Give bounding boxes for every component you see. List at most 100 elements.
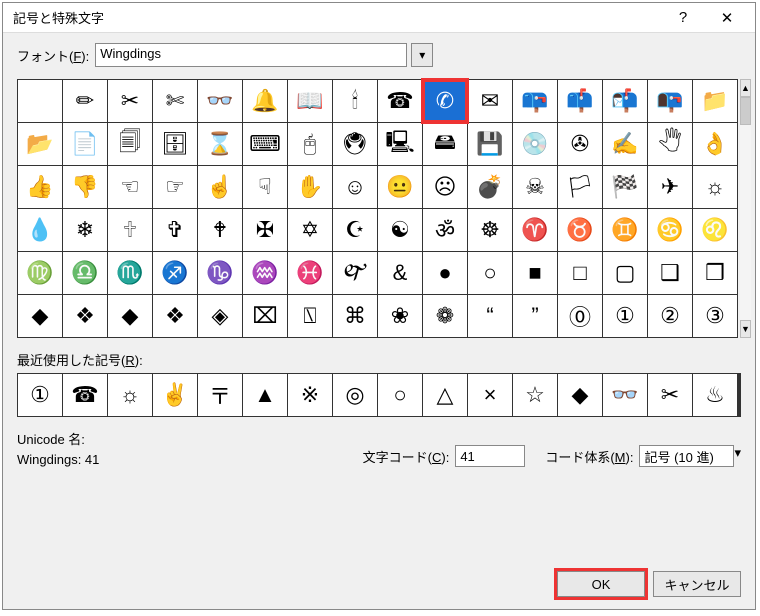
char-cell[interactable]: ✍ [603,123,647,165]
codesys-select[interactable] [639,445,734,467]
char-cell[interactable]: ⌘ [333,295,377,337]
char-cell[interactable]: 👓 [198,80,242,122]
char-cell[interactable]: ◆ [18,295,62,337]
char-cell[interactable]: 📄 [63,123,107,165]
char-cell[interactable]: 🖰 [288,123,332,165]
scroll-up-button[interactable]: ▲ [740,79,751,97]
char-cell[interactable]: ♎ [63,252,107,294]
char-cell[interactable]: ♑ [198,252,242,294]
char-cell[interactable]: 💿 [513,123,557,165]
char-cell[interactable]: 📫 [558,80,602,122]
recent-cell[interactable]: ✂ [648,374,692,416]
char-cell[interactable]: ♏ [108,252,152,294]
char-cell[interactable] [18,80,62,122]
char-cell[interactable]: ◈ [198,295,242,337]
char-cell[interactable]: 📬 [603,80,647,122]
char-cell[interactable]: 🕆 [108,209,152,251]
recent-cell[interactable]: ○ [378,374,422,416]
grid-scrollbar[interactable]: ▲ ▼ [740,79,751,338]
char-cell[interactable]: ❁ [423,295,467,337]
recent-cell[interactable]: △ [423,374,467,416]
char-cell[interactable]: ❖ [153,295,197,337]
recent-cell[interactable]: ☼ [108,374,152,416]
char-cell[interactable]: 👌 [693,123,737,165]
char-cell[interactable]: ✡ [288,209,332,251]
scroll-thumb[interactable] [740,97,751,125]
char-cell[interactable]: 📁 [693,80,737,122]
char-cell[interactable]: ✄ [153,80,197,122]
ok-button[interactable]: OK [557,571,645,597]
char-cell[interactable]: ✂ [108,80,152,122]
char-cell[interactable]: ♍ [18,252,62,294]
char-cell[interactable]: ♓ [288,252,332,294]
codesys-dropdown-button[interactable]: ▾ [734,445,741,467]
recent-cell[interactable]: ✌ [153,374,197,416]
cancel-button[interactable]: キャンセル [653,571,741,597]
recent-cell[interactable]: ◎ [333,374,377,416]
help-button[interactable]: ? [661,9,705,26]
char-cell[interactable]: & [378,252,422,294]
recent-cell[interactable]: 〒 [198,374,242,416]
char-cell[interactable]: ✋ [288,166,332,208]
char-cell[interactable]: ❀ [378,295,422,337]
char-cell[interactable]: 💾 [468,123,512,165]
char-cell[interactable]: 🖴 [423,123,467,165]
recent-cell[interactable]: ▲ [243,374,287,416]
char-cell[interactable]: 📭 [648,80,692,122]
recent-cell[interactable]: ① [18,374,62,416]
char-cell[interactable]: ❑ [648,252,692,294]
recent-cell[interactable]: ☎ [63,374,107,416]
char-cell[interactable]: ⌛ [198,123,242,165]
char-cell[interactable]: ① [603,295,647,337]
char-cell[interactable]: ॐ [423,209,467,251]
char-cell[interactable]: ☼ [693,166,737,208]
char-cell[interactable]: ✇ [558,123,602,165]
char-cell[interactable]: ② [648,295,692,337]
char-cell[interactable]: ☺ [333,166,377,208]
font-select-dropdown-button[interactable]: ▾ [411,43,433,67]
character-grid[interactable]: ✏✂✄👓🔔📖🕯☎✆✉📪📫📬📭📁📂📄🗐🗄⌛⌨🖰🖲🖳🖴💾💿✇✍🖑👌👍👎☜☞☝☟✋☺😐… [17,79,738,338]
char-cell[interactable]: ☎ [378,80,422,122]
scroll-down-button[interactable]: ▼ [740,320,751,338]
font-select-input[interactable]: Wingdings [95,43,407,67]
charcode-input[interactable] [455,445,525,467]
char-cell[interactable]: ● [423,252,467,294]
char-cell[interactable]: 📖 [288,80,332,122]
char-cell[interactable]: ♊ [603,209,647,251]
char-cell[interactable]: 😐 [378,166,422,208]
char-cell[interactable]: ☜ [108,166,152,208]
recent-cell[interactable]: 👓 [603,374,647,416]
char-cell[interactable]: “ [468,295,512,337]
char-cell[interactable]: 💧 [18,209,62,251]
char-cell[interactable]: ✉ [468,80,512,122]
char-cell[interactable]: 👎 [63,166,107,208]
char-cell[interactable]: ♋ [648,209,692,251]
char-cell[interactable]: ” [513,295,557,337]
char-cell[interactable]: ❒ [693,252,737,294]
char-cell[interactable]: ⓪ [558,295,602,337]
char-cell[interactable]: ✆ [423,80,467,122]
recent-cell[interactable]: ※ [288,374,332,416]
char-cell[interactable]: ☪ [333,209,377,251]
char-cell[interactable]: ♉ [558,209,602,251]
char-cell[interactable]: ⌨ [243,123,287,165]
char-cell[interactable]: ☯ [378,209,422,251]
char-cell[interactable]: ☝ [198,166,242,208]
char-cell[interactable]: ♈ [513,209,557,251]
char-cell[interactable]: 🕈 [198,209,242,251]
char-cell[interactable]: 🖳 [378,123,422,165]
char-cell[interactable]: 🖲 [333,123,377,165]
char-cell[interactable]: ♌ [693,209,737,251]
char-cell[interactable]: ☸ [468,209,512,251]
char-cell[interactable]: 📂 [18,123,62,165]
char-cell[interactable]: 📪 [513,80,557,122]
char-cell[interactable]: ⌧ [243,295,287,337]
char-cell[interactable]: ■ [513,252,557,294]
char-cell[interactable]: ❄ [63,209,107,251]
char-cell[interactable]: 🏁 [603,166,647,208]
recent-cell[interactable]: ☆ [513,374,557,416]
char-cell[interactable]: 🔔 [243,80,287,122]
char-cell[interactable]: 🗄 [153,123,197,165]
char-cell[interactable]: ○ [468,252,512,294]
char-cell[interactable]: ✈ [648,166,692,208]
